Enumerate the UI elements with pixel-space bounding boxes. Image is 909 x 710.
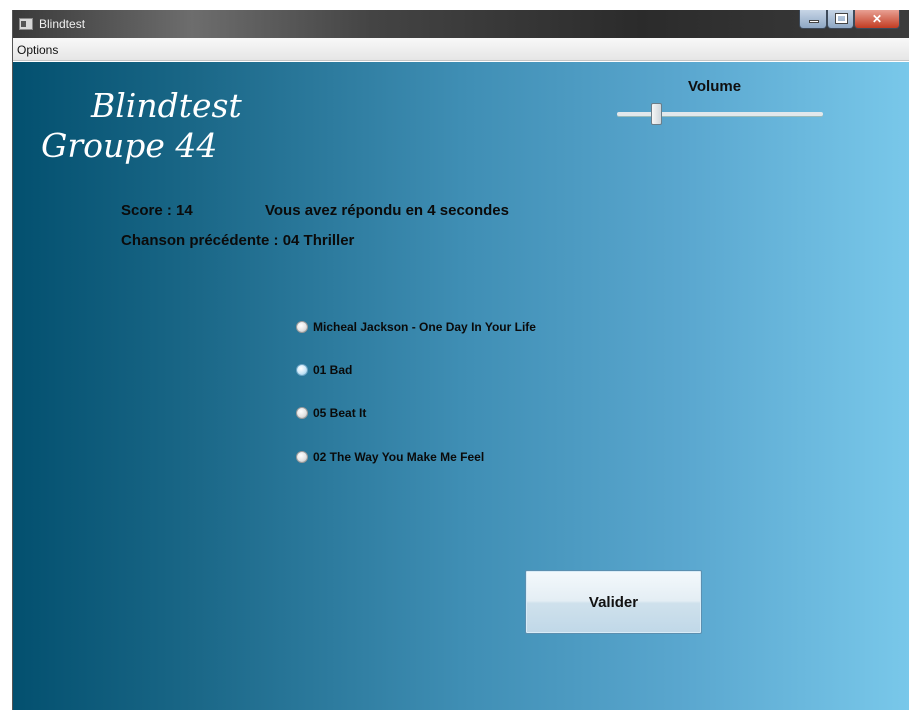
maximize-icon xyxy=(835,13,848,24)
app-icon xyxy=(19,18,33,30)
menu-bar: Options xyxy=(13,38,909,61)
minimize-icon xyxy=(809,20,819,23)
close-icon: ✕ xyxy=(871,12,883,26)
app-window: Blindtest ✕ Options Blindtest Groupe 44 … xyxy=(12,10,909,710)
close-button[interactable]: ✕ xyxy=(854,10,900,29)
answer-option-1[interactable]: Micheal Jackson - One Day In Your Life xyxy=(296,318,536,336)
radio-button[interactable] xyxy=(296,364,308,376)
answer-label: 01 Bad xyxy=(313,363,353,377)
volume-slider-track[interactable] xyxy=(617,112,823,116)
volume-slider-thumb[interactable] xyxy=(651,103,662,125)
response-time-text: Vous avez répondu en 4 secondes xyxy=(265,202,509,219)
game-panel: Blindtest Groupe 44 Volume Score : 14 Vo… xyxy=(13,62,909,710)
answer-option-4[interactable]: 02 The Way You Make Me Feel xyxy=(296,448,484,466)
previous-song-text: Chanson précédente : 04 Thriller xyxy=(121,232,355,249)
window-title: Blindtest xyxy=(39,17,86,31)
validate-button[interactable]: Valider xyxy=(525,570,702,634)
volume-label: Volume xyxy=(688,78,742,95)
radio-button[interactable] xyxy=(296,451,308,463)
app-title-line2: Groupe 44 xyxy=(41,126,218,165)
answer-label: Micheal Jackson - One Day In Your Life xyxy=(313,320,536,334)
title-bar[interactable]: Blindtest ✕ xyxy=(13,10,909,38)
maximize-button[interactable] xyxy=(827,10,854,29)
score-text: Score : 14 xyxy=(121,202,193,219)
app-title-line1: Blindtest xyxy=(91,86,242,125)
menu-options[interactable]: Options xyxy=(13,43,62,57)
minimize-button[interactable] xyxy=(799,10,827,29)
answer-option-3[interactable]: 05 Beat It xyxy=(296,404,366,422)
radio-button[interactable] xyxy=(296,321,308,333)
answer-label: 02 The Way You Make Me Feel xyxy=(313,450,485,464)
radio-button[interactable] xyxy=(296,407,308,419)
answer-option-2[interactable]: 01 Bad xyxy=(296,361,352,379)
answer-label: 05 Beat It xyxy=(313,406,367,420)
